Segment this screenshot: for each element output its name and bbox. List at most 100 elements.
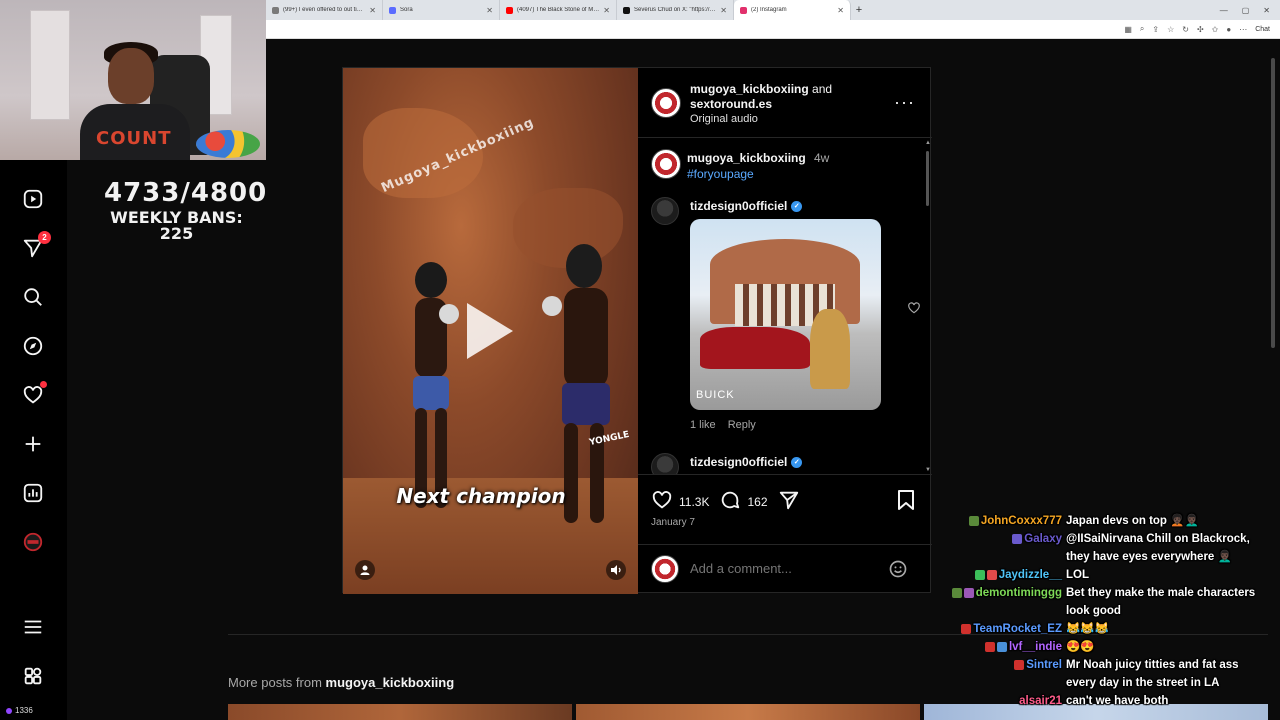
search-icon[interactable] <box>22 286 44 308</box>
extensions-puzzle-icon[interactable]: ✣ <box>1197 25 1204 34</box>
caption-time[interactable]: 4w <box>814 151 829 165</box>
like-count[interactable]: 11.3K <box>679 495 709 509</box>
comment-image[interactable]: BUICK <box>690 219 881 410</box>
comment-item: tizdesign0officiel ✓ BUICK 1 like Reply <box>651 197 921 447</box>
explore-icon[interactable] <box>22 335 44 357</box>
messages-icon[interactable]: 2 <box>22 231 51 259</box>
save-bookmark-icon[interactable] <box>896 489 916 516</box>
coauthor-link[interactable]: sextoround.es <box>690 97 772 111</box>
notification-dot <box>40 381 47 388</box>
volume-icon[interactable] <box>606 560 626 580</box>
comments-scrollbar[interactable]: ▲ ▼ <box>925 140 931 473</box>
reel-video[interactable]: YONGLE Mugoya_kickboxiing Next champion <box>343 68 638 594</box>
minimize-icon[interactable]: — <box>1220 6 1228 15</box>
colorful-pillow <box>196 130 260 158</box>
like-heart-icon[interactable] <box>651 489 673 514</box>
bookmark-star-icon[interactable]: ☆ <box>1167 25 1174 34</box>
author-avatar[interactable] <box>651 149 681 179</box>
post-authors: mugoya_kickboxiing and sextoround.es <box>690 82 833 111</box>
new-tab-button[interactable]: + <box>851 4 867 16</box>
current-user-avatar <box>651 555 679 583</box>
commenter-avatar[interactable] <box>651 197 679 225</box>
chat-text: Mr Noah juicy titties and fat ass every … <box>1066 659 1239 689</box>
post-date[interactable]: January 7 <box>651 517 695 528</box>
chat-message: alsair21 can't we have both <box>950 692 1280 710</box>
refresh-icon[interactable]: ↻ <box>1182 25 1189 34</box>
author-link[interactable]: mugoya_kickboxiing <box>690 82 809 96</box>
extension-icon[interactable]: ▦ <box>1124 25 1132 34</box>
post-caption: mugoya_kickboxiing 4w #foryoupage <box>651 149 921 189</box>
chat-text: LOL <box>1066 569 1089 581</box>
more-posts-username-link[interactable]: mugoya_kickboxiing <box>326 675 455 690</box>
commenter-avatar[interactable] <box>651 453 679 474</box>
browser-menu-icon[interactable]: ⋯ <box>1239 25 1247 34</box>
scrollbar-thumb[interactable] <box>926 151 929 206</box>
fighter-left <box>413 262 459 508</box>
bits-badge-icon <box>963 588 974 598</box>
tab-close-icon[interactable]: ✕ <box>603 6 610 15</box>
viewer-icon <box>6 707 12 714</box>
tagged-users-icon[interactable] <box>355 560 375 580</box>
chat-message: lvf__indie 😍😍 <box>950 638 1280 656</box>
play-icon[interactable] <box>467 303 513 359</box>
hashtag-link[interactable]: #foryoupage <box>687 167 754 181</box>
caption-username[interactable]: mugoya_kickboxiing <box>687 151 806 165</box>
browser-tab-active[interactable]: (2) Instagram ✕ <box>734 0 851 20</box>
browser-tab[interactable]: (99+) I even offered to out tip 21 o ✕ <box>266 0 383 20</box>
viewer-count: 1336 <box>6 706 33 715</box>
comments-section[interactable]: mugoya_kickboxiing 4w #foryoupage tizdes… <box>638 139 932 474</box>
chat-text: can't we have both <box>1066 695 1169 707</box>
comment-likes[interactable]: 1 like <box>690 419 716 431</box>
browser-tab[interactable]: Sora ✕ <box>383 0 500 20</box>
close-window-icon[interactable]: ✕ <box>1263 6 1270 15</box>
browser-tab[interactable]: (4097) The Black Stone of Mecca ✕ <box>500 0 617 20</box>
emoji-picker-icon[interactable] <box>888 559 908 584</box>
zoom-icon[interactable]: ⌕ <box>1140 24 1144 34</box>
commenter-username[interactable]: tizdesign0officiel <box>690 199 787 213</box>
audio-link[interactable]: Original audio <box>690 113 758 125</box>
post-actions: 11.3K 162 January 7 <box>638 474 932 528</box>
also-from-meta-icon[interactable] <box>22 665 44 687</box>
tab-close-icon[interactable]: ✕ <box>486 6 493 15</box>
comment-count[interactable]: 162 <box>747 495 767 509</box>
messages-badge: 2 <box>38 231 51 244</box>
scroll-down-icon[interactable]: ▼ <box>925 467 931 473</box>
share-paper-plane-icon[interactable] <box>778 489 800 514</box>
add-comment-input[interactable] <box>690 561 880 576</box>
commenter-username[interactable]: tizdesign0officiel <box>690 455 787 469</box>
create-plus-icon[interactable] <box>22 433 44 455</box>
favorites-icon[interactable]: ✩ <box>1212 25 1219 34</box>
notifications-heart-icon[interactable] <box>22 381 47 406</box>
tab-favicon-icon <box>506 6 513 14</box>
image-car <box>700 327 810 369</box>
profile-avatar-icon[interactable] <box>22 531 44 553</box>
chat-message: TeamRocket_EZ 😹😹😹 <box>950 620 1280 638</box>
browser-tab[interactable]: Severus Chud on X: "https://t.co/✕ <box>617 0 734 20</box>
reply-button[interactable]: Reply <box>728 419 756 431</box>
reels-icon[interactable] <box>22 188 44 210</box>
more-options-icon[interactable]: ··· <box>894 92 915 113</box>
like-comment-heart-icon[interactable] <box>907 301 921 320</box>
tab-close-icon[interactable]: ✕ <box>369 6 376 15</box>
add-comment-bar <box>638 544 932 594</box>
post-thumbnail[interactable] <box>576 704 920 720</box>
maximize-icon[interactable]: ▢ <box>1242 6 1250 15</box>
comment-item: tizdesign0officiel ✓ <box>651 453 921 474</box>
webcam-overlay: COUNT <box>0 0 266 160</box>
tab-close-icon[interactable]: ✕ <box>837 6 844 15</box>
alert-badge-icon <box>1014 660 1025 670</box>
hamburger-menu-icon[interactable] <box>22 616 44 638</box>
image-brand: BUICK <box>696 389 735 401</box>
chat-message: demontiminggg Bet they make the male cha… <box>950 584 1280 620</box>
copilot-chat-button[interactable]: Chat <box>1255 26 1270 33</box>
profile-icon[interactable]: ● <box>1226 25 1231 34</box>
share-icon[interactable]: ⇪ <box>1152 25 1159 34</box>
author-avatar[interactable] <box>651 88 681 118</box>
dashboard-icon[interactable] <box>22 482 44 504</box>
page-scrollbar-thumb[interactable] <box>1271 58 1275 348</box>
comment-bubble-icon[interactable] <box>719 489 741 514</box>
scroll-up-icon[interactable]: ▲ <box>925 140 931 146</box>
tab-close-icon[interactable]: ✕ <box>720 6 727 15</box>
post-thumbnail[interactable] <box>228 704 572 720</box>
chat-message: Galaxy @IISaiNirvana Chill on Blackrock,… <box>950 530 1280 566</box>
